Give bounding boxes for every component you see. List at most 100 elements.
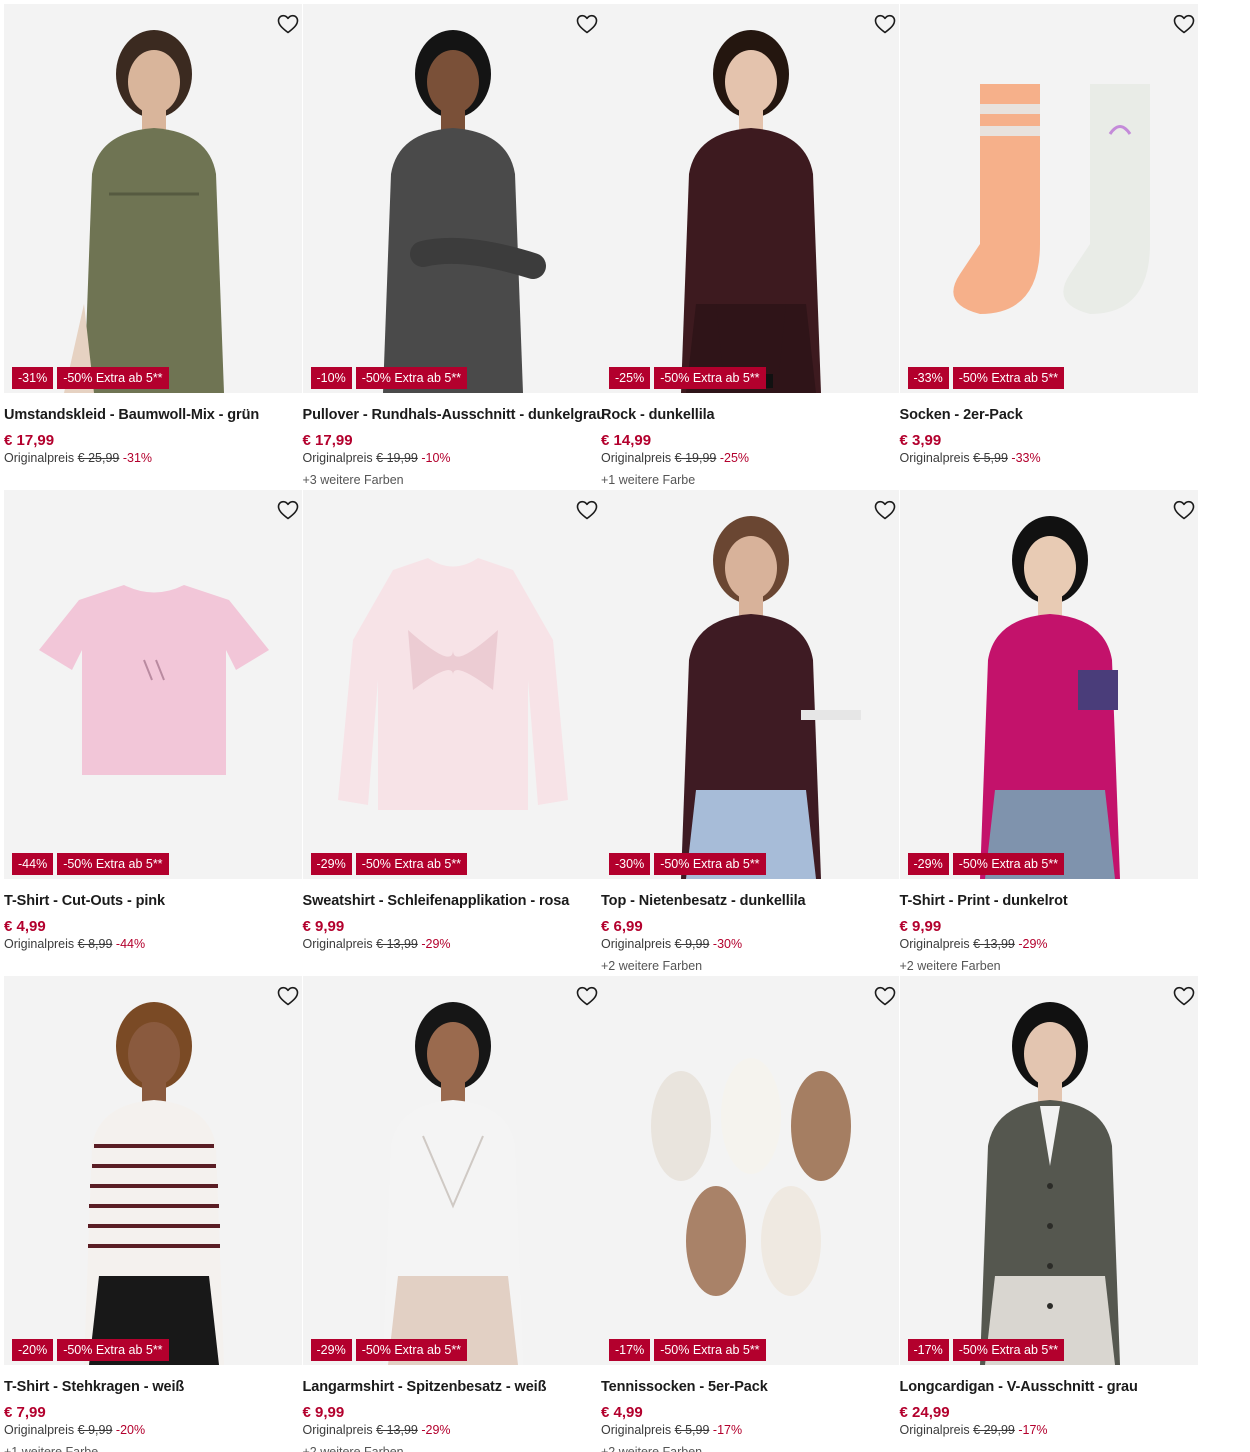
- product-image[interactable]: [601, 976, 899, 1365]
- product-name[interactable]: Socken - 2er-Pack: [900, 407, 1023, 423]
- product-image[interactable]: [302, 4, 601, 393]
- original-price-label: Originalpreis: [302, 937, 373, 951]
- original-price-value: € 13,99: [376, 1423, 418, 1437]
- original-price-percent: -10%: [421, 451, 451, 465]
- product-name[interactable]: Sweatshirt - Schleifenapplikation - rosa: [303, 893, 570, 909]
- wishlist-heart-icon[interactable]: [276, 498, 300, 522]
- badge-group: -25% -50% Extra ab 5**: [609, 367, 766, 389]
- product-image[interactable]: [4, 976, 302, 1365]
- product-card[interactable]: -29% -50% Extra ab 5** Langarmshirt - Spit…: [302, 976, 601, 1452]
- original-price-label: Originalpreis: [899, 451, 970, 465]
- product-card[interactable]: -29% -50% Extra ab 5** Sweatshirt - Schlei…: [302, 490, 601, 970]
- product-image[interactable]: [899, 976, 1198, 1365]
- badge-group: -31% -50% Extra ab 5**: [12, 367, 169, 389]
- product-card[interactable]: -10% -50% Extra ab 5** Pullover - Rundhals…: [302, 4, 605, 487]
- more-colors-link[interactable]: +1 weitere Farbe: [601, 473, 695, 487]
- discount-badge: -29%: [310, 853, 352, 875]
- original-price-value: € 19,99: [674, 451, 717, 465]
- product-name[interactable]: Langarmshirt - Spitzenbesatz - weiß: [303, 1379, 547, 1395]
- product-price: € 4,99: [4, 918, 46, 935]
- product-image[interactable]: [4, 490, 302, 879]
- product-name[interactable]: T-Shirt - Stehkragen - weiß: [4, 1379, 184, 1395]
- product-name[interactable]: Rock - dunkellila: [601, 407, 715, 423]
- more-colors-link[interactable]: +2 weitere Farben: [601, 1445, 702, 1452]
- extra-discount-badge: -50% Extra ab 5**: [355, 1339, 468, 1361]
- product-image[interactable]: [601, 490, 899, 879]
- original-price: Originalpreis € 25,99 -31%: [4, 451, 152, 465]
- wishlist-heart-icon[interactable]: [1172, 498, 1196, 522]
- product-card[interactable]: -29% -50% Extra ab 5** T-Shirt - Print - d…: [899, 490, 1198, 973]
- original-price: Originalpreis € 29,99 -17%: [900, 1423, 1048, 1437]
- more-colors-link[interactable]: +2 weitere Farben: [900, 959, 1001, 973]
- original-price-label: Originalpreis: [601, 937, 672, 951]
- product-image[interactable]: [899, 4, 1198, 393]
- badge-group: -10% -50% Extra ab 5**: [310, 367, 468, 389]
- original-price-value: € 8,99: [77, 937, 113, 951]
- product-name[interactable]: Longcardigan - V-Ausschnitt - grau: [900, 1379, 1138, 1395]
- original-price-percent: -29%: [421, 937, 451, 951]
- product-card[interactable]: -33% -50% Extra ab 5** Socken - 2er-Pack € …: [899, 4, 1198, 484]
- wishlist-heart-icon[interactable]: [873, 12, 897, 36]
- original-price-value: € 13,99: [973, 937, 1015, 951]
- product-card[interactable]: -17% -50% Extra ab 5** Longcardigan - V-Au…: [899, 976, 1198, 1452]
- product-image[interactable]: [302, 976, 601, 1365]
- original-price-percent: -17%: [712, 1423, 743, 1437]
- badge-group: -20% -50% Extra ab 5**: [12, 1339, 169, 1361]
- product-image[interactable]: [302, 490, 601, 879]
- product-card[interactable]: -31% -50% Extra ab 5** Umstandskleid - Bau…: [4, 4, 302, 484]
- product-price: € 9,99: [302, 1404, 345, 1421]
- discount-badge: -17%: [609, 1339, 651, 1361]
- original-price-percent: -33%: [1011, 451, 1041, 465]
- wishlist-heart-icon[interactable]: [1172, 984, 1196, 1008]
- badge-group: -17% -50% Extra ab 5**: [609, 1339, 766, 1361]
- original-price-percent: -29%: [1018, 937, 1048, 951]
- wishlist-heart-icon[interactable]: [575, 984, 599, 1008]
- wishlist-heart-icon[interactable]: [575, 12, 599, 36]
- original-price-percent: -20%: [115, 1423, 146, 1437]
- discount-badge: -17%: [907, 1339, 949, 1361]
- more-colors-link[interactable]: +3 weitere Farben: [303, 473, 404, 487]
- more-colors-link[interactable]: +2 weitere Farben: [303, 1445, 404, 1452]
- more-colors-link[interactable]: +2 weitere Farben: [601, 959, 702, 973]
- wishlist-heart-icon[interactable]: [276, 12, 300, 36]
- discount-badge: -20%: [12, 1339, 54, 1361]
- product-name[interactable]: T-Shirt - Cut-Outs - pink: [4, 893, 165, 909]
- product-card[interactable]: -20% -50% Extra ab 5** T-Shirt - Stehkrage…: [4, 976, 302, 1452]
- extra-discount-badge: -50% Extra ab 5**: [57, 367, 169, 389]
- wishlist-heart-icon[interactable]: [575, 498, 599, 522]
- original-price-value: € 9,99: [77, 1423, 113, 1437]
- product-card[interactable]: -44% -50% Extra ab 5** T-Shirt - Cut-Outs …: [4, 490, 302, 970]
- extra-discount-badge: -50% Extra ab 5**: [952, 367, 1065, 389]
- product-image[interactable]: [601, 4, 899, 393]
- product-name[interactable]: Pullover - Rundhals-Ausschnitt - dunkelg…: [303, 407, 606, 423]
- product-name[interactable]: Tennissocken - 5er-Pack: [601, 1379, 768, 1395]
- product-price: € 17,99: [302, 432, 353, 449]
- product-name[interactable]: Top - Nietenbesatz - dunkellila: [601, 893, 806, 909]
- product-card[interactable]: -25% -50% Extra ab 5** Rock - dunkellila € …: [601, 4, 899, 487]
- product-card[interactable]: -30% -50% Extra ab 5** Top - Nietenbesatz …: [601, 490, 899, 973]
- wishlist-heart-icon[interactable]: [276, 984, 300, 1008]
- wishlist-heart-icon[interactable]: [873, 498, 897, 522]
- original-price-value: € 19,99: [376, 451, 418, 465]
- wishlist-heart-icon[interactable]: [1172, 12, 1196, 36]
- product-card[interactable]: -17% -50% Extra ab 5** Tennissocken - 5er-…: [601, 976, 899, 1452]
- original-price-value: € 29,99: [973, 1423, 1015, 1437]
- product-name[interactable]: T-Shirt - Print - dunkelrot: [900, 893, 1068, 909]
- product-name[interactable]: Umstandskleid - Baumwoll-Mix - grün: [4, 407, 259, 423]
- extra-discount-badge: -50% Extra ab 5**: [952, 1339, 1065, 1361]
- extra-discount-badge: -50% Extra ab 5**: [654, 853, 766, 875]
- original-price: Originalpreis € 19,99 -10%: [303, 451, 451, 465]
- product-price: € 6,99: [601, 918, 643, 935]
- wishlist-heart-icon[interactable]: [873, 984, 897, 1008]
- product-price: € 9,99: [302, 918, 345, 935]
- product-image[interactable]: [4, 4, 302, 393]
- original-price-percent: -30%: [712, 937, 743, 951]
- product-price: € 3,99: [899, 432, 942, 449]
- more-colors-link[interactable]: +1 weitere Farbe: [4, 1445, 98, 1452]
- original-price: Originalpreis € 13,99 -29%: [900, 937, 1048, 951]
- original-price-label: Originalpreis: [4, 1423, 75, 1437]
- product-image[interactable]: [899, 490, 1198, 879]
- original-price-value: € 5,99: [674, 1423, 710, 1437]
- discount-badge: -44%: [12, 853, 54, 875]
- original-price-label: Originalpreis: [601, 1423, 672, 1437]
